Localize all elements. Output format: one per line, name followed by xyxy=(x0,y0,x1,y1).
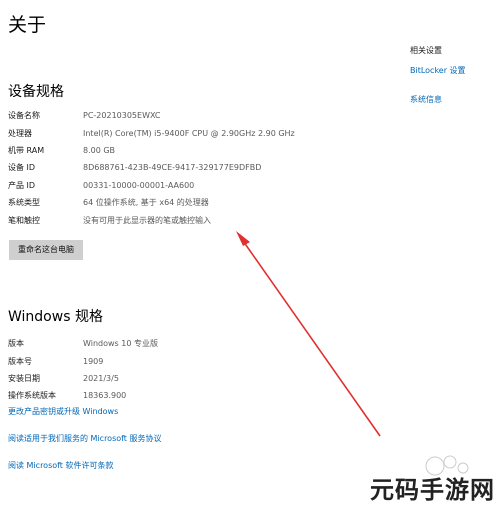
annotation-arrow xyxy=(236,231,381,437)
annotation-arrow-line xyxy=(240,237,381,437)
watermark-text: 元码手游网 xyxy=(370,476,495,504)
annotation-arrow-head xyxy=(236,231,250,246)
